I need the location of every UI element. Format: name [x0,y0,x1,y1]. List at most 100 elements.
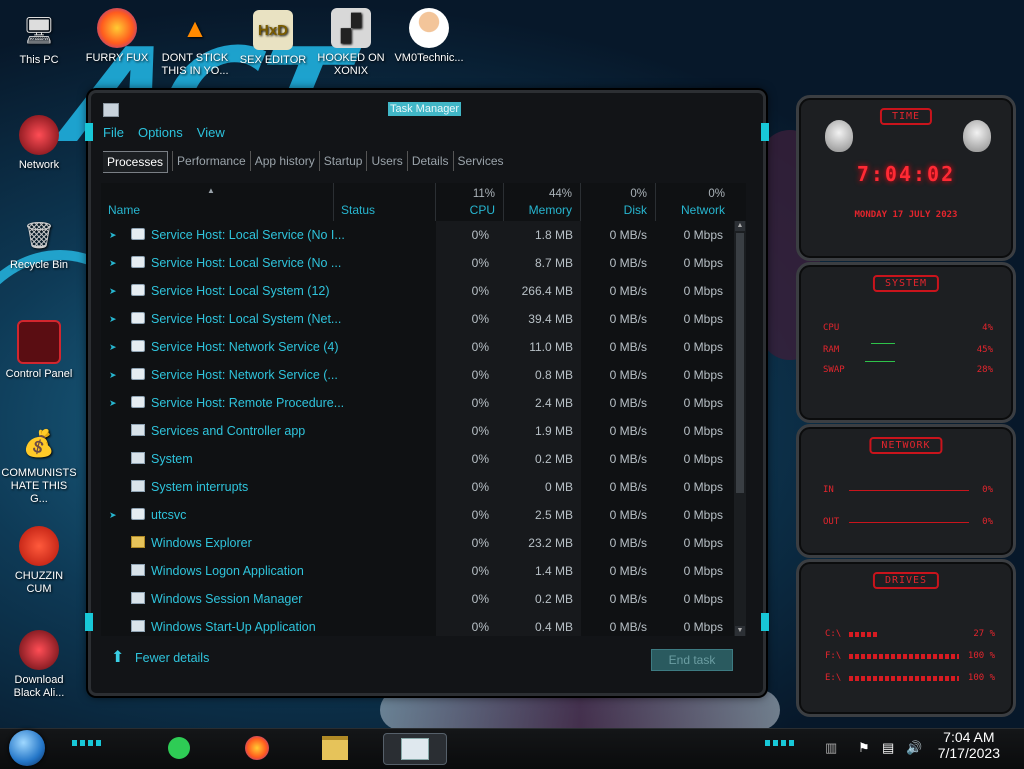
network-cell: 0 Mbps [683,620,723,634]
drive-e-label: E:\ [825,673,842,683]
disk-cell: 0 MB/s [609,228,647,242]
service-gear-icon [131,284,145,296]
app-window-icon [131,480,145,492]
network-tray-icon[interactable]: ▤ [882,740,894,756]
table-row[interactable]: ➤ Service Host: Network Service (... 0% 0.8… [101,361,733,389]
expand-chevron-icon[interactable]: ➤ [109,314,117,325]
fewer-details-link[interactable]: ⬆ Fewer details [111,650,209,666]
cpu-cell: 0% [471,368,489,382]
memory-cell: 8.7 MB [534,256,573,270]
drives-gadget: DRIVES C:\ 27 % F:\ 100 % E:\ 100 % [796,559,1016,717]
column-header-status[interactable]: Status [334,183,436,221]
cpu-cell: 0% [471,256,489,270]
chuzzle-icon [19,526,59,566]
table-row[interactable]: Services and Controller app 0% 1.9 MB 0 MB/… [101,417,733,445]
table-header: ▲ Name Status 11% CPU 44% Memory 0% Disk… [101,183,746,221]
table-row[interactable]: Windows Start-Up Application 0% 0.4 MB 0 MB… [101,613,733,636]
tab-services[interactable]: Services [452,151,508,171]
expand-chevron-icon[interactable]: ➤ [109,258,117,269]
table-row[interactable]: System 0% 0.2 MB 0 MB/s 0 Mbps [101,445,733,473]
column-header-name[interactable]: ▲ Name [101,183,334,221]
doctor-icon [409,8,449,48]
desktop-icon-communists[interactable]: 💰 COMMUNISTS HATE THIS G... [1,423,77,506]
vertical-scrollbar[interactable]: ▲ ▼ [734,221,746,636]
process-table: ▲ Name Status 11% CPU 44% Memory 0% Disk… [101,183,746,636]
table-row[interactable]: System interrupts 0% 0 MB 0 MB/s 0 Mbps [101,473,733,501]
cpu-cell: 0% [471,396,489,410]
drive-e-usage-bar [849,676,959,681]
expand-chevron-icon[interactable]: ➤ [109,510,117,521]
tab-users[interactable]: Users [366,151,406,171]
volume-icon[interactable]: 🔊 [906,740,922,756]
desktop-icon-black-alien[interactable]: Download Black Ali... [1,630,77,700]
desktop-icon-label: FURRY FUX [85,52,149,64]
column-header-memory[interactable]: 44% Memory [504,183,581,221]
tab-details[interactable]: Details [406,151,453,171]
taskbar-clock[interactable]: 7:04 AM 7/17/2023 [938,729,1000,761]
task-manager-icon[interactable] [383,733,447,765]
expand-chevron-icon[interactable]: ➤ [109,398,117,409]
scroll-thumb[interactable] [736,233,744,493]
table-row[interactable]: ➤ Service Host: Local System (12) 0% 266.4 … [101,277,733,305]
disk-cell: 0 MB/s [609,620,647,634]
firefox-icon[interactable] [242,733,272,763]
memory-cell: 0.8 MB [534,368,573,382]
network-cell: 0 Mbps [683,256,723,270]
desktop-icon-xonix[interactable]: ▞ HOOKED ON XONIX [313,8,389,78]
menu-view[interactable]: View [197,125,225,145]
network-cell: 0 Mbps [683,508,723,522]
end-task-button[interactable]: End task [651,649,733,671]
desktop-icon-network[interactable]: Network [1,115,77,172]
tab-app-history[interactable]: App history [249,151,319,171]
ram-label: RAM [823,345,840,355]
table-row[interactable]: ➤ Service Host: Remote Procedure... 0% 2.4 … [101,389,733,417]
ram-value: 45% [976,345,993,355]
tab-startup[interactable]: Startup [318,151,367,171]
desktop-icon-label: SEX EDITOR [239,54,307,66]
flag-icon[interactable]: ⚑ [858,740,870,756]
column-header-network[interactable]: 0% Network [656,183,733,221]
desktop-icon-label: Recycle Bin [9,259,69,271]
table-row[interactable]: Windows Logon Application 0% 1.4 MB 0 MB/s 0… [101,557,733,585]
process-name: System [151,452,193,466]
desktop-icon-this-pc[interactable]: 🖥 This PC [1,10,77,67]
desktop-icon-hex-editor[interactable]: HxD SEX EDITOR [235,10,311,67]
tab-performance[interactable]: Performance [172,151,250,171]
desktop-icon-vm0[interactable]: VM0Technic... [391,8,467,65]
desktop-icon-control-panel[interactable]: Control Panel [1,320,77,381]
disk-cell: 0 MB/s [609,592,647,606]
desktop-icon-firefox[interactable]: FURRY FUX [79,8,155,65]
table-row[interactable]: Windows Explorer 0% 23.2 MB 0 MB/s 0 Mbps [101,529,733,557]
table-row[interactable]: ➤ Service Host: Local System (Net... 0% 39.… [101,305,733,333]
cpu-cell: 0% [471,424,489,438]
drive-f-usage-bar [849,654,959,659]
desktop-icon-vlc[interactable]: ▲ DONT STICK THIS IN YO... [157,8,233,78]
table-row[interactable]: ➤ Service Host: Local Service (No I... 0% 1… [101,221,733,249]
table-row[interactable]: ➤ Service Host: Local Service (No ... 0% 8.… [101,249,733,277]
tab-processes[interactable]: Processes [103,151,169,173]
table-row[interactable]: ➤ Service Host: Network Service (4) 0% 11.0… [101,333,733,361]
process-name: Service Host: Network Service (4) [151,340,339,354]
desktop-icon-recycle-bin[interactable]: 🗑 Recycle Bin [1,215,77,272]
scroll-down-arrow-icon[interactable]: ▼ [735,626,745,636]
menu-options[interactable]: Options [138,125,183,145]
menu-file[interactable]: File [103,125,124,145]
money-bag-icon: 💰 [22,427,56,458]
expand-chevron-icon[interactable]: ➤ [109,342,117,353]
column-header-disk[interactable]: 0% Disk [581,183,656,221]
network-total-percent: 0% [708,188,725,200]
start-button[interactable] [9,730,45,766]
column-header-cpu[interactable]: 11% CPU [436,183,504,221]
desktop-icon-chuzzle[interactable]: CHUZZIN CUM [1,526,77,596]
table-row[interactable]: Windows Session Manager 0% 0.2 MB 0 MB/s 0 M… [101,585,733,613]
chat-app-icon[interactable] [164,733,194,763]
expand-chevron-icon[interactable]: ➤ [109,370,117,381]
table-row[interactable]: ➤ utcsvc 0% 2.5 MB 0 MB/s 0 Mbps [101,501,733,529]
window-accent [761,123,769,141]
file-explorer-icon[interactable] [320,733,350,763]
expand-chevron-icon[interactable]: ➤ [109,286,117,297]
expand-chevron-icon[interactable]: ➤ [109,230,117,241]
process-name: Service Host: Local System (Net... [151,312,342,326]
scroll-up-arrow-icon[interactable]: ▲ [735,221,745,231]
memory-cell: 0 MB [544,480,573,494]
